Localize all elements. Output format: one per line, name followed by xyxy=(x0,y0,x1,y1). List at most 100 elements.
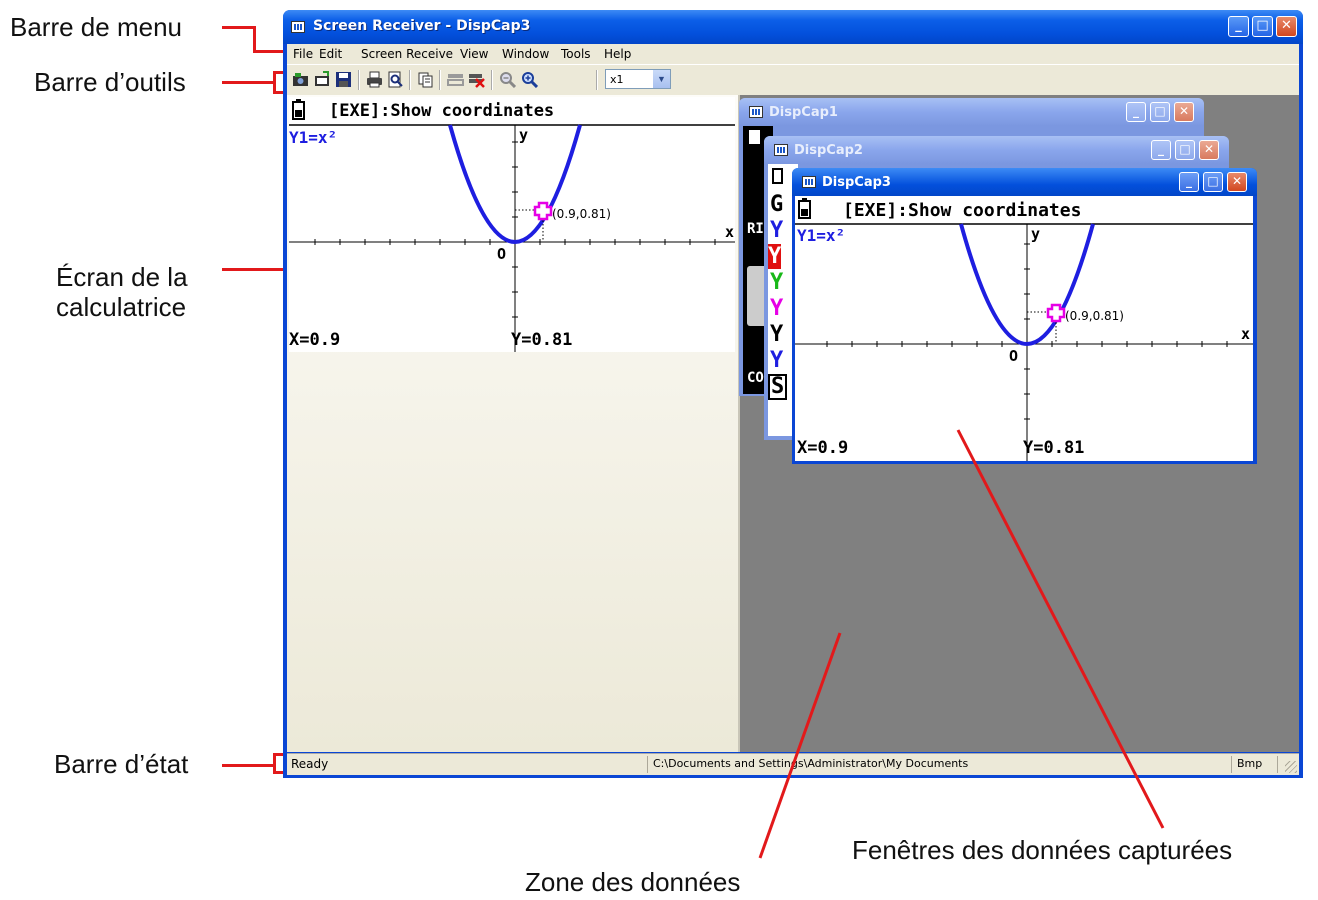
zoom-out-icon[interactable] xyxy=(499,71,516,88)
calculator-screen: [EXE]:Show coordinates Y1=x² y x O (0.9,… xyxy=(289,97,735,352)
chevron-down-icon[interactable]: ▼ xyxy=(653,70,670,88)
calc-y-readout: Y=0.81 xyxy=(511,330,573,350)
toolbar-separator xyxy=(409,70,411,90)
child-title: DispCap1 xyxy=(769,105,838,120)
dispcap2-line: S xyxy=(768,374,788,400)
title-bar[interactable]: Screen Receiver - DispCap3 _ □ ✕ xyxy=(283,10,1303,44)
data-area: [EXE]:Show coordinates Y1=x² y x O (0.9,… xyxy=(287,95,1299,752)
annotation-menu-bar: Barre de menu xyxy=(10,12,182,42)
close-button[interactable]: ✕ xyxy=(1199,140,1219,160)
app-icon xyxy=(291,21,305,33)
callout-line xyxy=(222,81,274,84)
child-title-bar[interactable]: DispCap2 _ □ ✕ xyxy=(764,136,1229,164)
dispcap1-line: RI xyxy=(747,221,764,237)
toolbar-separator xyxy=(358,70,360,90)
captured-calculator-graph xyxy=(795,198,1253,461)
app-icon xyxy=(802,176,816,188)
calc-x-readout: X=0.9 xyxy=(289,330,341,350)
zoom-value: x1 xyxy=(610,73,624,86)
toolbar-separator xyxy=(439,70,441,90)
dispcap2-line: Y xyxy=(770,296,784,321)
child-title-bar[interactable]: DispCap1 _ □ ✕ xyxy=(739,98,1204,126)
capture-icon[interactable] xyxy=(292,71,309,88)
annotation-data-area: Zone des données xyxy=(525,867,741,897)
child-title: DispCap2 xyxy=(794,143,863,158)
calc-axis-y: y xyxy=(519,126,529,144)
calc-axis-x: x xyxy=(1241,325,1251,343)
window-title: Screen Receiver - DispCap3 xyxy=(313,18,531,34)
dispcap2-line: G xyxy=(770,192,784,217)
zoom-in-icon[interactable] xyxy=(521,71,538,88)
child-title: DispCap3 xyxy=(822,175,891,190)
calc-axis-y: y xyxy=(1031,225,1041,243)
status-format: Bmp xyxy=(1237,757,1263,770)
calc-point-label: (0.9,0.81) xyxy=(552,207,611,221)
status-bar: Ready C:\Documents and Settings\Administ… xyxy=(287,753,1299,775)
dispcap2-line: Y xyxy=(768,244,782,269)
maximize-button[interactable]: □ xyxy=(1150,102,1170,122)
app-icon xyxy=(749,106,763,118)
calc-origin: O xyxy=(1009,347,1019,365)
calc-axis-x: x xyxy=(725,223,735,241)
toolbar: x1 ▼ xyxy=(287,64,1299,95)
calc-y-readout: Y=0.81 xyxy=(1023,438,1085,458)
annotation-toolbar: Barre d’outils xyxy=(34,67,186,97)
cursor-icon xyxy=(533,201,553,221)
calculator-graph xyxy=(289,99,735,352)
menu-bar: File Edit Screen Receive View Window Too… xyxy=(287,44,1299,64)
menu-help[interactable]: Help xyxy=(604,47,631,61)
print-icon[interactable] xyxy=(366,71,383,88)
annotation-status-bar: Barre d’état xyxy=(54,749,189,779)
copy-icon[interactable] xyxy=(417,71,434,88)
stop-receive-icon[interactable] xyxy=(468,71,485,88)
dispcap2-line: Y xyxy=(770,270,784,295)
minimize-button[interactable]: _ xyxy=(1126,102,1146,122)
minimize-button[interactable]: _ xyxy=(1228,16,1249,37)
save-icon[interactable] xyxy=(335,71,352,88)
toolbar-separator xyxy=(596,70,598,90)
dispcap2-line: Y xyxy=(770,322,784,347)
open-icon[interactable] xyxy=(314,71,331,88)
status-text: Ready xyxy=(291,757,329,771)
annotation-calc-screen-2: calculatrice xyxy=(56,292,187,322)
app-icon xyxy=(774,144,788,156)
callout-line xyxy=(222,26,256,29)
maximize-button[interactable]: □ xyxy=(1203,172,1223,192)
calc-function: Y1=x² xyxy=(797,226,846,245)
zoom-select[interactable]: x1 ▼ xyxy=(605,69,671,89)
menu-edit[interactable]: Edit xyxy=(319,47,342,61)
child-window-dispcap3[interactable]: DispCap3 _ □ ✕ [EXE]:Show coordinates Y1… xyxy=(792,168,1257,464)
maximize-button[interactable]: □ xyxy=(1252,16,1273,37)
menu-window[interactable]: Window xyxy=(502,47,549,61)
menu-file[interactable]: File xyxy=(293,47,313,61)
menu-screen-receive[interactable]: Screen Receive xyxy=(361,47,453,61)
calculator-screen-pane: [EXE]:Show coordinates Y1=x² y x O (0.9,… xyxy=(287,95,740,752)
child-title-bar[interactable]: DispCap3 _ □ ✕ xyxy=(792,168,1257,196)
calc-point-label: (0.9,0.81) xyxy=(1065,309,1124,323)
dispcap1-line: CO xyxy=(747,370,764,386)
dispcap2-line: Y xyxy=(770,218,784,243)
resize-grip-icon[interactable] xyxy=(1285,761,1297,773)
callout-line xyxy=(222,764,274,767)
close-button[interactable]: ✕ xyxy=(1276,16,1297,37)
main-window: Screen Receiver - DispCap3 _ □ ✕ File Ed… xyxy=(283,10,1303,778)
calc-origin: O xyxy=(497,245,507,263)
toolbar-separator xyxy=(491,70,493,90)
captured-calculator-screen: [EXE]:Show coordinates Y1=x² y x O (0.9,… xyxy=(795,196,1253,461)
dispcap2-line: Y xyxy=(770,348,784,373)
print-preview-icon[interactable] xyxy=(387,71,404,88)
minimize-button[interactable]: _ xyxy=(1179,172,1199,192)
close-button[interactable]: ✕ xyxy=(1174,102,1194,122)
menu-view[interactable]: View xyxy=(460,47,488,61)
maximize-button[interactable]: □ xyxy=(1175,140,1195,160)
calc-header: [EXE]:Show coordinates xyxy=(329,101,555,121)
close-button[interactable]: ✕ xyxy=(1227,172,1247,192)
calc-function: Y1=x² xyxy=(289,128,338,147)
calc-x-readout: X=0.9 xyxy=(797,438,849,458)
annotation-captured-windows: Fenêtres des données capturées xyxy=(852,835,1233,865)
status-path: C:\Documents and Settings\Administrator\… xyxy=(653,757,969,770)
menu-tools[interactable]: Tools xyxy=(561,47,591,61)
annotation-calc-screen-1: Écran de la xyxy=(56,262,188,292)
receive-icon[interactable] xyxy=(447,71,464,88)
minimize-button[interactable]: _ xyxy=(1151,140,1171,160)
